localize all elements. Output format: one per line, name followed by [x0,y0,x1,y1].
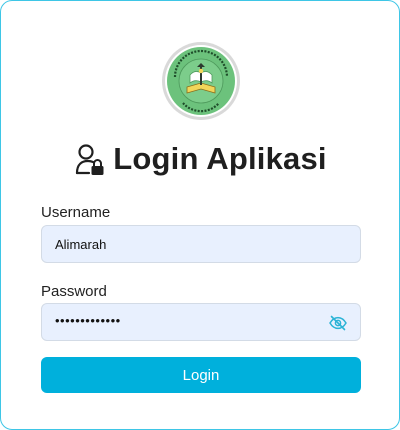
user-lock-icon [76,144,104,175]
eye-slash-icon[interactable] [329,315,347,331]
username-value: Alimarah [55,236,107,252]
username-field[interactable]: Alimarah [41,225,361,263]
password-label: Password [41,283,107,300]
page-title: Login Aplikasi [1,139,400,179]
school-logo [162,42,240,120]
login-button[interactable]: Login [41,357,361,393]
page-title-text: Login Aplikasi [113,141,327,176]
login-card: Login Aplikasi Username Alimarah Passwor… [0,0,400,430]
password-field[interactable]: ••••••••••••• [41,303,361,341]
password-value: ••••••••••••• [55,313,121,328]
username-label: Username [41,204,111,221]
